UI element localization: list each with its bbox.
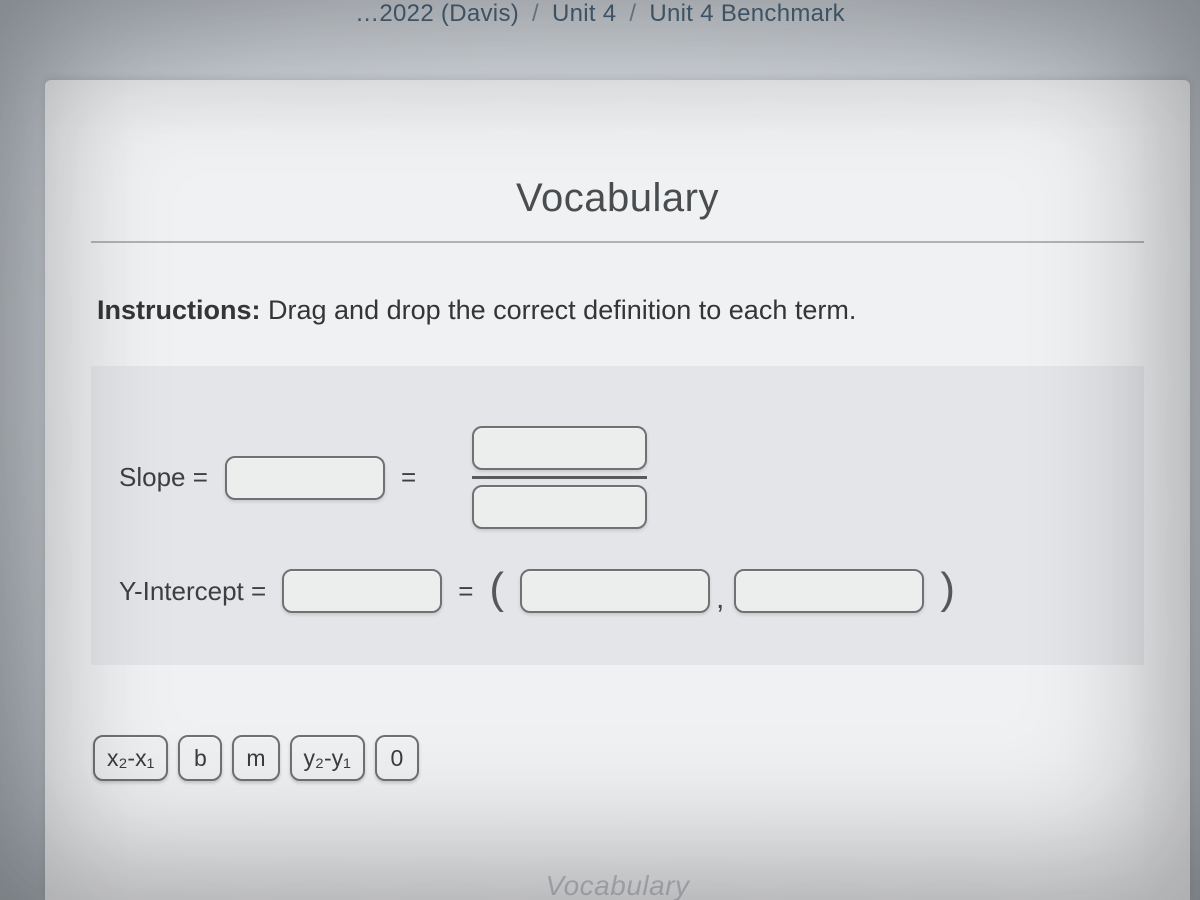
breadcrumb-separator: / <box>629 0 636 27</box>
drop-slot-slope-denominator[interactable] <box>472 485 647 529</box>
breadcrumb-seg-course[interactable]: …2022 (Davis) <box>355 0 519 27</box>
row-y-intercept: Y-Intercept = = ( , ) <box>119 569 1116 613</box>
title-divider <box>91 241 1144 243</box>
page-title: Vocabulary <box>91 176 1144 221</box>
tile-zero[interactable]: 0 <box>375 735 419 781</box>
term-label-slope: Slope = <box>119 462 209 493</box>
drop-slot-yint-x[interactable] <box>520 569 710 613</box>
paren-open: ( <box>489 567 504 611</box>
next-section-hint: Vocabulary <box>45 870 1190 900</box>
fraction-slope <box>472 426 647 529</box>
term-label-y-intercept: Y-Intercept = <box>119 576 266 607</box>
breadcrumb-seg-page[interactable]: Unit 4 Benchmark <box>649 0 845 27</box>
drop-slot-yint-y[interactable] <box>734 569 924 613</box>
answer-tile-tray: x₂-x₁ b m y₂-y₁ 0 <box>91 735 1144 781</box>
instructions-text: Instructions: Drag and drop the correct … <box>97 295 1144 326</box>
tile-x2-minus-x1[interactable]: x₂-x₁ <box>93 735 168 781</box>
coord-comma: , <box>716 582 724 616</box>
drop-slot-slope-numerator[interactable] <box>472 426 647 470</box>
drop-slot-slope-variable[interactable] <box>225 456 385 500</box>
breadcrumb: …2022 (Davis) / Unit 4 / Unit 4 Benchmar… <box>0 0 1200 28</box>
breadcrumb-seg-unit[interactable]: Unit 4 <box>552 0 617 27</box>
equals-sign: = <box>458 576 473 607</box>
tile-m[interactable]: m <box>232 735 279 781</box>
paren-close: ) <box>940 567 955 611</box>
tile-y2-minus-y1[interactable]: y₂-y₁ <box>290 735 365 781</box>
instructions-body: Drag and drop the correct definition to … <box>261 295 857 325</box>
tile-b[interactable]: b <box>178 735 222 781</box>
fraction-bar <box>472 476 647 479</box>
equals-sign: = <box>401 462 416 493</box>
worksheet-card: Vocabulary Instructions: Drag and drop t… <box>45 80 1190 900</box>
breadcrumb-separator: / <box>532 0 539 27</box>
row-slope: Slope = = <box>119 426 1116 529</box>
drop-slot-yint-variable[interactable] <box>282 569 442 613</box>
exercise-panel: Slope = = Y-Intercept = = ( , ) <box>91 366 1144 665</box>
instructions-lead: Instructions: <box>97 295 261 325</box>
